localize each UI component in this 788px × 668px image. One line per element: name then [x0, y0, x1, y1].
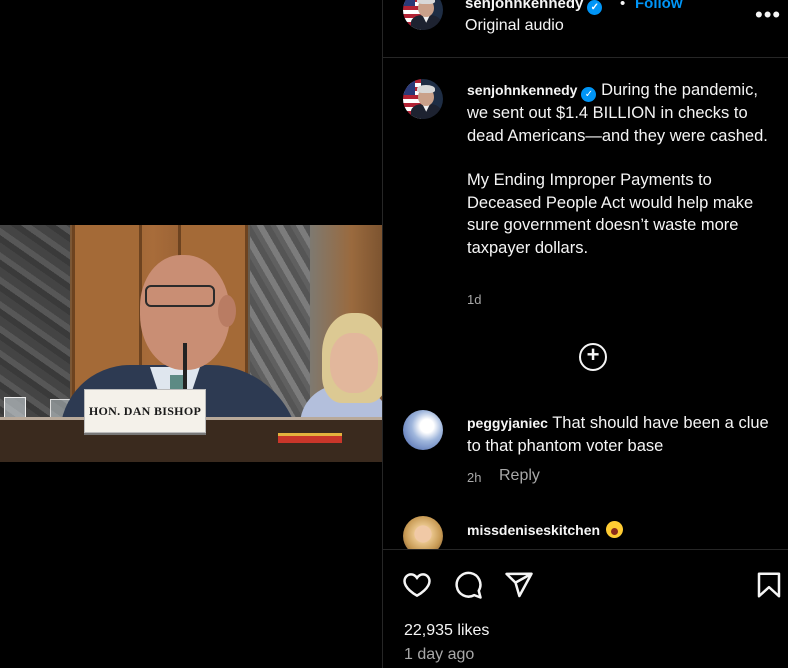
flag-canton — [403, 0, 415, 6]
author-username[interactable]: senjohnkennedy ✓ — [465, 0, 603, 15]
likes-count[interactable]: 22,935 likes — [404, 622, 489, 640]
comment-age[interactable]: 2h — [467, 470, 481, 485]
follow-button[interactable]: Follow — [635, 0, 683, 12]
video-frame[interactable]: HON. DAN BISHOP — [0, 225, 382, 462]
heart-icon[interactable] — [402, 570, 432, 600]
commenter-avatar[interactable] — [403, 410, 443, 450]
post-header: senjohnkennedy ✓ • Follow Original audio … — [383, 0, 788, 58]
flag-canton — [403, 79, 415, 95]
astonished-emoji-icon — [606, 521, 624, 538]
verified-badge-icon: ✓ — [587, 0, 603, 15]
verified-badge-icon: ✓ — [581, 87, 597, 102]
caption-username[interactable]: senjohnkennedy — [467, 82, 577, 98]
commenter-avatar[interactable] — [403, 516, 443, 549]
author-avatar[interactable] — [403, 0, 443, 30]
witness-glasses — [145, 285, 215, 307]
avatar-hair — [417, 0, 435, 4]
avatar-hair — [417, 84, 435, 93]
separator-dot: • — [620, 0, 626, 12]
post-media[interactable]: HON. DAN BISHOP — [0, 0, 382, 668]
post-caption: senjohnkennedy ✓ During the pandemic, we … — [467, 79, 777, 259]
woman-face — [330, 333, 378, 393]
reply-button[interactable]: Reply — [499, 467, 540, 485]
comment-username[interactable]: missdeniseskitchen — [467, 522, 600, 538]
share-icon[interactable] — [504, 570, 534, 600]
caption-age[interactable]: 1d — [467, 292, 481, 307]
caption-avatar[interactable] — [403, 79, 443, 119]
caption-paragraph-2: My Ending Improper Payments to Deceased … — [467, 171, 754, 257]
add-circle-icon[interactable]: + — [579, 343, 607, 371]
comment-item: missdeniseskitchen — [467, 519, 782, 542]
bookmark-icon[interactable] — [754, 570, 784, 600]
nameplate: HON. DAN BISHOP — [84, 389, 206, 433]
username-text[interactable]: senjohnkennedy — [465, 0, 583, 12]
post-actions: 22,935 likes 1 day ago — [383, 549, 788, 668]
comment-icon[interactable] — [453, 570, 483, 600]
comments-section[interactable]: senjohnkennedy ✓ During the pandemic, we … — [383, 59, 788, 549]
comment-username[interactable]: peggyjaniec — [467, 415, 548, 431]
witness-ear — [218, 295, 236, 327]
red-book — [278, 433, 342, 443]
post-date[interactable]: 1 day ago — [404, 646, 474, 664]
audio-link[interactable]: Original audio — [465, 17, 564, 35]
post-panel: senjohnkennedy ✓ • Follow Original audio … — [382, 0, 788, 668]
more-icon[interactable]: ••• — [755, 2, 781, 28]
comment-item: peggyjaniec That should have been a clue… — [467, 412, 782, 458]
